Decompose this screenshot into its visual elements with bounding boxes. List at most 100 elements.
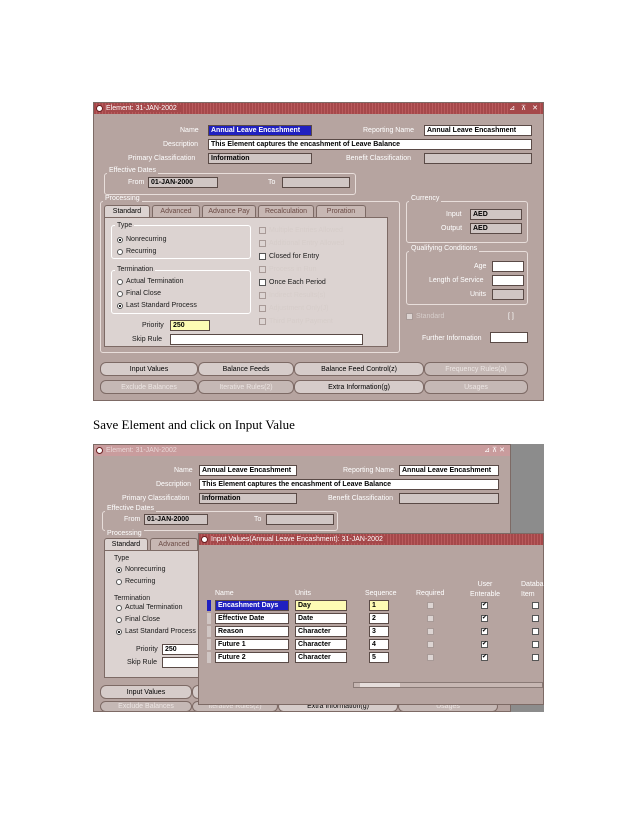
w2-to-date-field[interactable] [266, 514, 334, 525]
user-enterable-checkbox[interactable] [481, 602, 488, 609]
w2-reporting-name-field[interactable]: Annual Leave Encashment [399, 465, 499, 476]
last-standard-process-label: Last Standard Process [126, 302, 197, 309]
required-checkbox[interactable] [427, 628, 434, 635]
input-value-sequence[interactable]: 4 [369, 639, 389, 650]
once-each-period-checkbox[interactable] [259, 279, 266, 286]
w2-primary-classification-field[interactable]: Information [199, 493, 297, 504]
row-indicator-1[interactable] [207, 600, 211, 611]
input-value-sequence[interactable]: 3 [369, 626, 389, 637]
w2-actual-termination-radio[interactable] [116, 605, 122, 611]
description-field[interactable]: This Element captures the encashment of … [208, 139, 532, 150]
primary-classification-field[interactable]: Information [208, 153, 312, 164]
reporting-name-field[interactable]: Annual Leave Encashment [424, 125, 532, 136]
w2-input-values-button[interactable]: Input Values [100, 685, 192, 699]
actual-termination-radio[interactable] [117, 279, 123, 285]
input-value-units[interactable]: Character [295, 626, 347, 637]
w2-benefit-classification-field[interactable] [399, 493, 499, 504]
w2-priority-field[interactable]: 250 [162, 644, 202, 655]
final-close-radio[interactable] [117, 291, 123, 297]
standard-checkbox[interactable] [406, 313, 413, 320]
window-2-titlebar[interactable]: Element: 31-JAN-2002 ⊿⊼✕ [94, 445, 510, 456]
input-value-units[interactable]: Character [295, 639, 347, 650]
process-in-run-checkbox[interactable] [259, 266, 266, 273]
priority-field[interactable]: 250 [170, 320, 210, 331]
to-date-field[interactable] [282, 177, 350, 188]
w2-from-date-field[interactable]: 01-JAN-2000 [144, 514, 208, 525]
input-value-sequence[interactable]: 2 [369, 613, 389, 624]
input-values-titlebar[interactable]: Input Values(Annual Leave Encashment): 3… [199, 534, 543, 545]
window-2-controls[interactable]: ⊿⊼✕ [484, 445, 507, 456]
name-field[interactable]: Annual Leave Encashment [208, 125, 312, 136]
database-item-checkbox[interactable] [532, 602, 539, 609]
output-currency-field[interactable]: AED [470, 223, 522, 234]
frequency-rules-button[interactable]: Frequency Rules(a) [424, 362, 528, 376]
database-item-checkbox[interactable] [532, 641, 539, 648]
w2-last-standard-process-radio[interactable] [116, 629, 122, 635]
required-checkbox[interactable] [427, 602, 434, 609]
last-standard-process-radio[interactable] [117, 303, 123, 309]
user-enterable-checkbox[interactable] [481, 641, 488, 648]
recurring-radio[interactable] [117, 249, 123, 255]
age-field[interactable] [492, 261, 524, 272]
required-checkbox[interactable] [427, 654, 434, 661]
adjustment-only-checkbox[interactable] [259, 305, 266, 312]
balance-feed-control-button[interactable]: Balance Feed Control(z) [294, 362, 424, 376]
required-checkbox[interactable] [427, 641, 434, 648]
w2-recurring-radio[interactable] [116, 579, 122, 585]
further-information-field[interactable] [490, 332, 528, 343]
row-indicator-2[interactable] [207, 613, 211, 624]
user-enterable-checkbox[interactable] [481, 654, 488, 661]
input-currency-field[interactable]: AED [470, 209, 522, 220]
w2-description-field[interactable]: This Element captures the encashment of … [199, 479, 499, 490]
indirect-results-checkbox[interactable] [259, 292, 266, 299]
exclude-balances-button[interactable]: Exclude Balances [100, 380, 198, 394]
user-enterable-checkbox[interactable] [481, 615, 488, 622]
input-values-button[interactable]: Input Values [100, 362, 198, 376]
input-values-window: Input Values(Annual Leave Encashment): 3… [198, 533, 544, 705]
row-indicator-5[interactable] [207, 652, 211, 663]
input-value-units[interactable]: Date [295, 613, 347, 624]
input-value-sequence[interactable]: 1 [369, 600, 389, 611]
horizontal-scrollbar[interactable] [353, 682, 543, 688]
nonrecurring-radio[interactable] [117, 237, 123, 243]
w2-exclude-balances-button[interactable]: Exclude Balances [100, 701, 192, 712]
window-controls[interactable]: ⊿ ⊼ ✕ [509, 103, 540, 114]
additional-entry-checkbox[interactable] [259, 240, 266, 247]
w2-nonrecurring-radio[interactable] [116, 567, 122, 573]
units-field[interactable] [492, 289, 524, 300]
row-indicator-3[interactable] [207, 626, 211, 637]
scrollbar-thumb[interactable] [360, 683, 400, 687]
input-value-units[interactable]: Day [295, 600, 347, 611]
database-item-checkbox[interactable] [532, 615, 539, 622]
user-enterable-checkbox[interactable] [481, 628, 488, 635]
standard-flex-bracket[interactable]: [ ] [508, 313, 514, 320]
multiple-entries-checkbox[interactable] [259, 227, 266, 234]
usages-button[interactable]: Usages [424, 380, 528, 394]
w2-final-close-radio[interactable] [116, 617, 122, 623]
benefit-classification-field[interactable] [424, 153, 532, 164]
extra-information-button[interactable]: Extra Information(g) [294, 380, 424, 394]
w2-skip-rule-field[interactable] [162, 657, 202, 668]
input-value-name[interactable]: Reason [215, 626, 289, 637]
input-value-units[interactable]: Character [295, 652, 347, 663]
closed-for-entry-checkbox[interactable] [259, 253, 266, 260]
input-value-name[interactable]: Future 2 [215, 652, 289, 663]
input-value-name[interactable]: Effective Date [215, 613, 289, 624]
from-date-field[interactable]: 01-JAN-2000 [148, 177, 218, 188]
input-values-title: Input Values(Annual Leave Encashment): 3… [211, 536, 387, 543]
window-titlebar[interactable]: Element: 31-JAN-2002 ⊿ ⊼ ✕ [94, 103, 543, 114]
skip-rule-field[interactable] [170, 334, 363, 345]
input-value-sequence[interactable]: 5 [369, 652, 389, 663]
w2-priority-label: Priority [136, 646, 158, 653]
third-party-payment-checkbox[interactable] [259, 318, 266, 325]
row-indicator-4[interactable] [207, 639, 211, 650]
required-checkbox[interactable] [427, 615, 434, 622]
input-value-name[interactable]: Future 1 [215, 639, 289, 650]
balance-feeds-button[interactable]: Balance Feeds [198, 362, 294, 376]
w2-name-field[interactable]: Annual Leave Encashment [199, 465, 297, 476]
iterative-rules-button[interactable]: Iterative Rules(2) [198, 380, 294, 394]
length-of-service-field[interactable] [492, 275, 524, 286]
database-item-checkbox[interactable] [532, 654, 539, 661]
input-value-name[interactable]: Encashment Days [215, 600, 289, 611]
database-item-checkbox[interactable] [532, 628, 539, 635]
